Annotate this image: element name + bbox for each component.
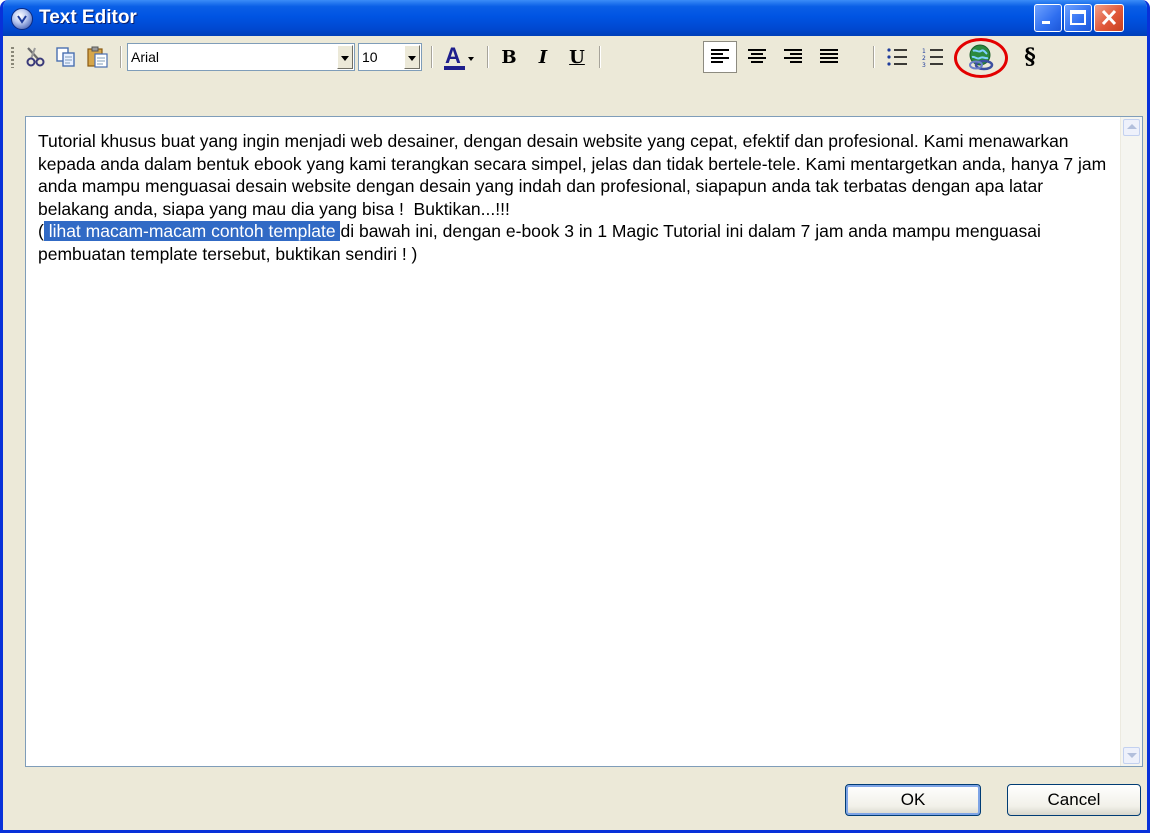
svg-text:2: 2 (922, 55, 926, 62)
bullet-list-button[interactable] (881, 42, 913, 72)
align-center-icon (748, 49, 766, 63)
editor-paragraph-2-prefix: ( (38, 221, 44, 241)
toolbar-separator (120, 46, 121, 68)
ok-button[interactable]: OK (845, 784, 981, 816)
align-center-button[interactable] (740, 42, 774, 72)
toolbar-grip[interactable] (11, 47, 14, 68)
paste-button[interactable] (83, 42, 113, 72)
scroll-up-arrow-icon[interactable] (1123, 119, 1140, 136)
bullet-list-icon (887, 48, 907, 66)
cut-icon (26, 47, 45, 67)
formatting-toolbar: Arial 10 A B I U 1 2 3 § (3, 36, 1065, 78)
toolbar-separator (873, 46, 874, 68)
text-editor-area[interactable]: Tutorial khusus buat yang ingin menjadi … (25, 116, 1143, 767)
minimize-icon (1042, 21, 1050, 24)
window-title: Text Editor (39, 7, 137, 28)
text-editor-window: Text Editor Arial 10 A B I U 1 2 3 § Tut… (0, 0, 1150, 833)
bold-icon: B (501, 46, 517, 68)
section-icon: § (1024, 44, 1036, 70)
section-button[interactable]: § (1015, 42, 1045, 72)
align-left-button[interactable] (703, 42, 737, 72)
toolbar-separator (599, 46, 600, 68)
underline-icon: U (569, 46, 585, 68)
align-right-button[interactable] (776, 42, 810, 72)
paste-icon (87, 46, 108, 68)
font-size-dropdown[interactable]: 10 (358, 43, 422, 71)
cut-button[interactable] (23, 42, 49, 72)
svg-text:3: 3 (922, 62, 926, 67)
maximize-icon (1070, 10, 1086, 25)
font-color-icon: A (444, 43, 474, 71)
chevron-down-icon[interactable] (404, 45, 420, 69)
close-icon (1101, 9, 1117, 26)
minimize-button[interactable] (1034, 4, 1062, 32)
svg-text:1: 1 (922, 48, 926, 55)
close-button[interactable] (1094, 4, 1124, 32)
editor-paragraph-1: Tutorial khusus buat yang ingin menjadi … (38, 131, 1112, 219)
italic-icon: I (538, 46, 548, 68)
toolbar-separator (431, 46, 432, 68)
align-justify-button[interactable] (812, 42, 846, 72)
font-size-value: 10 (362, 49, 378, 65)
font-name-dropdown[interactable]: Arial (127, 43, 355, 71)
app-icon (11, 8, 33, 30)
bold-button[interactable]: B (493, 42, 525, 72)
title-bar[interactable]: Text Editor (3, 0, 1147, 36)
copy-button[interactable] (53, 42, 79, 72)
copy-icon (56, 47, 75, 67)
editor-content[interactable]: Tutorial khusus buat yang ingin menjadi … (38, 130, 1108, 265)
italic-button[interactable]: I (527, 42, 559, 72)
font-color-button[interactable]: A (437, 42, 481, 72)
highlight-annotation-circle (954, 38, 1008, 78)
underline-button[interactable]: U (561, 42, 593, 72)
numbered-list-icon: 1 2 3 (922, 48, 943, 67)
vertical-scrollbar[interactable] (1120, 117, 1142, 766)
numbered-list-button[interactable]: 1 2 3 (917, 42, 949, 72)
scroll-down-arrow-icon[interactable] (1123, 747, 1140, 764)
align-left-icon (711, 49, 729, 63)
font-name-value: Arial (131, 49, 160, 65)
selected-text[interactable]: lihat macam-macam contoh template (43, 221, 341, 241)
align-right-icon (784, 49, 802, 63)
align-justify-icon (820, 49, 838, 63)
toolbar-separator (487, 46, 488, 68)
chevron-down-icon[interactable] (337, 45, 353, 69)
cancel-button[interactable]: Cancel (1007, 784, 1141, 816)
maximize-button[interactable] (1064, 4, 1092, 32)
